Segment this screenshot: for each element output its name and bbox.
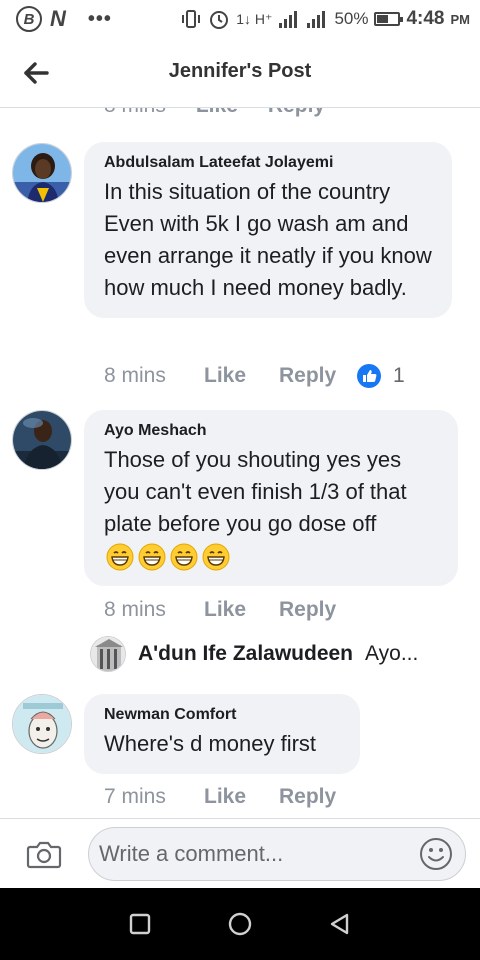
signal-strength-2-icon <box>307 11 326 28</box>
arrow-left-icon <box>24 61 49 84</box>
reply-author[interactable]: A'dun Ife Zalawudeen <box>138 642 353 666</box>
reply-button[interactable]: Reply <box>279 785 357 809</box>
previous-comment-actions: 8 mins Like Reply <box>104 108 325 118</box>
comment-actions: 8 mins Like Reply <box>104 598 357 622</box>
comment-time: 7 mins <box>104 785 166 808</box>
reply-button[interactable]: Reply <box>279 598 357 622</box>
comment-time: 8 mins <box>104 364 166 387</box>
comment-actions: 7 mins Like Reply <box>104 785 357 809</box>
reply-avatar <box>90 636 126 672</box>
comment-author[interactable]: Newman Comfort <box>104 706 340 724</box>
reply-snippet: Ayo... <box>365 642 419 665</box>
comment-time: 8 mins <box>104 598 166 621</box>
comment-input[interactable] <box>99 840 417 867</box>
grinning-face-icon <box>202 543 230 571</box>
comment-bubble[interactable]: Newman Comfort Where's d money first <box>84 694 360 774</box>
comment-text: Where's d money first <box>104 731 317 756</box>
comment-composer <box>0 818 480 888</box>
page-title: Jennifer's Post <box>168 60 312 82</box>
recents-button[interactable] <box>110 894 170 954</box>
clock-time: 4:48 <box>406 8 445 29</box>
battery-percent: 50% <box>334 9 369 28</box>
avatar[interactable] <box>12 410 72 470</box>
profile-photo-icon <box>13 411 71 469</box>
comment-text: Those of you shouting yes yes you can't … <box>104 444 438 572</box>
comment-bubble[interactable]: Ayo Meshach Those of you shouting yes ye… <box>84 410 458 586</box>
comment-author[interactable]: Abdulsalam Lateefat Jolayemi <box>104 154 432 172</box>
clock-ampm: PM <box>450 11 471 27</box>
network-data-icon: 1↓ H⁺ <box>236 10 273 27</box>
avatar[interactable] <box>12 694 72 754</box>
grinning-face-icon <box>138 543 166 571</box>
home-button[interactable] <box>210 894 270 954</box>
emoji-button[interactable] <box>417 835 455 873</box>
notification-badge-icon: B <box>16 6 42 32</box>
comment-author[interactable]: Ayo Meshach <box>104 422 438 440</box>
like-button[interactable]: Like <box>204 364 279 388</box>
back-button[interactable] <box>0 38 72 108</box>
avatar[interactable] <box>12 143 72 203</box>
system-nav-bar <box>0 888 480 960</box>
system-back-button[interactable] <box>310 894 370 954</box>
meme-avatar-icon <box>13 695 71 753</box>
reply-button[interactable]: Reply <box>279 364 357 388</box>
reaction-summary[interactable]: 1 <box>357 364 405 388</box>
alarm-clock-icon <box>210 11 229 29</box>
like-button[interactable]: Like <box>204 785 279 809</box>
carrier-logo-icon: N <box>50 6 66 31</box>
home-circle-icon <box>228 912 252 936</box>
smiley-icon <box>420 837 452 870</box>
comment-bubble[interactable]: Abdulsalam Lateefat Jolayemi In this sit… <box>84 142 452 318</box>
post-header: Jennifer's Post <box>0 38 480 108</box>
emoji-group <box>106 543 230 571</box>
comment-actions: 8 mins Like Reply 1 <box>104 364 405 388</box>
like-button[interactable]: Like <box>196 108 238 118</box>
grinning-face-icon <box>106 543 134 571</box>
back-triangle-icon <box>330 913 349 935</box>
reaction-count: 1 <box>393 364 405 387</box>
comment-input-box[interactable] <box>88 826 466 881</box>
recents-square-icon <box>129 913 151 935</box>
more-notifications-icon: ••• <box>87 7 112 30</box>
camera-button[interactable] <box>0 819 88 889</box>
reply-button[interactable]: Reply <box>268 108 325 118</box>
profile-photo-icon <box>13 144 71 202</box>
comments-feed[interactable]: 8 mins Like Reply Abdulsalam Lateefat Jo… <box>0 108 480 818</box>
battery-icon <box>374 12 404 26</box>
thumbs-up-reaction-icon <box>357 364 381 388</box>
camera-icon <box>26 841 62 868</box>
like-button[interactable]: Like <box>204 598 279 622</box>
comment-text-body: Those of you shouting yes yes you can't … <box>104 447 407 536</box>
grinning-face-icon <box>170 543 198 571</box>
vibrate-icon <box>182 10 201 28</box>
building-photo-icon <box>91 637 125 671</box>
comment-time: 8 mins <box>104 108 166 118</box>
reply-preview[interactable]: A'dun Ife Zalawudeen Ayo... <box>90 636 460 672</box>
signal-strength-icon <box>279 11 298 28</box>
status-bar: B N ••• 1↓ H⁺ 50% 4:48 PM <box>0 0 480 38</box>
comment-text: In this situation of the country Even wi… <box>104 179 432 300</box>
